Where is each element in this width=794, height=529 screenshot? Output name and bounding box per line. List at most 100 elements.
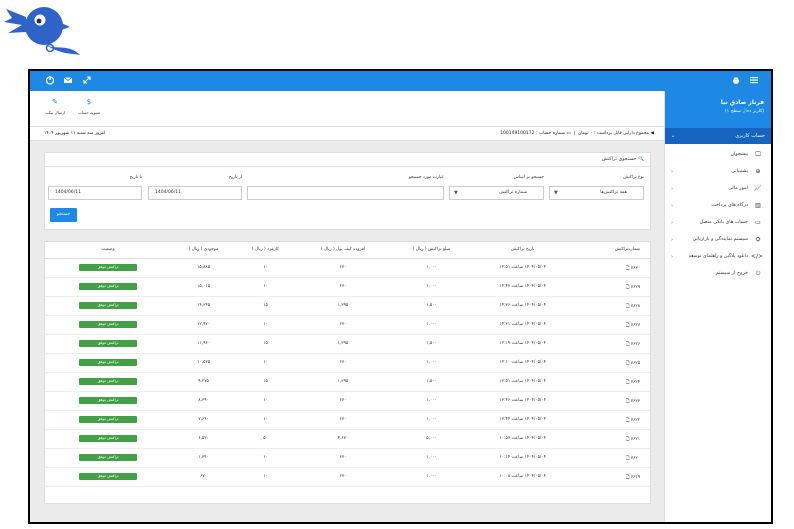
sidebar-item-2[interactable]: 📈 امور مالی ‹	[665, 180, 771, 197]
sidebar-item-label: پیشخوان	[730, 152, 749, 157]
account-label: حساب کاربری	[735, 133, 765, 139]
status-cell: تراکنش موفق	[45, 353, 172, 373]
info-bar: ◀ مجموع دارایی قابل برداشت : ۰ تومان | ▭…	[30, 127, 664, 141]
user-box: فرناز صادق نیا (کاربر فعال سطح ۱)	[665, 91, 771, 128]
table-cell: ۴,۶۷۰	[295, 429, 391, 449]
sidebar-item-1[interactable]: ⊕ پشتیبانی ‹	[665, 163, 771, 180]
table-cell[interactable]: ۷۶۲۸ 🗋	[573, 296, 650, 316]
table-cell[interactable]: ۷۶۲۷ 🗋	[573, 315, 650, 335]
sidebar-item-6[interactable]: </> دانلود پلاگین و راهنمای توسعه ‹	[665, 248, 771, 265]
table-cell[interactable]: ۷۶۲۴ 🗋	[573, 372, 650, 392]
notification-icon[interactable]	[730, 75, 742, 87]
status-badge: تراکنش موفق	[79, 340, 138, 347]
sidebar-item-4[interactable]: ▭ حساب های بانکی متصل ‹	[665, 214, 771, 231]
table-cell[interactable]: ۷۶۲۳ 🗋	[573, 391, 650, 411]
table-cell: ۱۴۰۴/۰۵/۰۴ ساعت ۱۴:۱۰	[472, 353, 574, 373]
sidebar-item-5[interactable]: ⛭ سیستم نمایندگی و بازاریابی ‹	[665, 231, 771, 248]
table-cell: ۱۴۰۴/۰۵/۰۴ ساعت ۱۴:۱۹	[472, 334, 574, 354]
table-cell: ۱,۰۰۰	[390, 315, 473, 335]
status-cell: تراکنش موفق	[45, 391, 172, 411]
search-panel: 🔍 جستجوی تراکنش نوع تراکنش همه تراکنش‌ها…	[44, 152, 651, 230]
table-cell[interactable]: ۷۶۲۰ 🗋	[573, 448, 650, 468]
to-date-input[interactable]: 1404/06/11	[48, 186, 142, 200]
status-badge: تراکنش موفق	[79, 397, 138, 404]
power-icon[interactable]	[44, 75, 56, 87]
table-cell: ۱,۰۰۰	[390, 448, 473, 468]
sidebar-menu: 🖵 پیشخوان ⊕ پشتیبانی ‹ 📈 امور مالی ‹ ▥ درگاه های …	[665, 144, 771, 282]
settle-button[interactable]: $ تسویه حساب	[74, 98, 104, 115]
table-cell: ۱,۳۹۵	[295, 372, 391, 392]
table-cell: ۶۷۰	[295, 353, 391, 373]
table-cell: ۱۰	[235, 410, 296, 430]
sidebar-item-7[interactable]: ⏻ خروج از سیستم	[665, 265, 771, 282]
status-cell: تراکنش موفق	[45, 277, 172, 297]
table-cell: ۶,۵۲۰	[171, 429, 236, 449]
sidebar-item-label: حساب های بانکی متصل	[699, 220, 748, 225]
sidebar-item-label: سیستم نمایندگی و بازاریابی	[692, 237, 748, 242]
table-cell: ۶۷۰	[171, 467, 236, 487]
to-date-label: تا تاریخ	[129, 175, 142, 180]
table-cell[interactable]: ۷۶۲۶ 🗋	[573, 334, 650, 354]
table-cell: ۱۴۰۴/۰۵/۰۴ ساعت ۱۳:۵۱	[472, 372, 574, 392]
table-cell: ۱,۰۰۰	[390, 467, 473, 487]
basis-label: جستجو بر اساس	[513, 175, 544, 180]
table-cell[interactable]: ۷۶۲۱ 🗋	[573, 429, 650, 449]
table-row: ۷۶۱۹ 🗋 ۱۴۰۴/۰۵/۰۴ ساعت ۱۰:۰۸ ۱,۰۰۰ ۶۷۰ ۱۰ ۶۷۰…	[45, 467, 650, 487]
back-arrow-icon: ◀	[650, 131, 654, 136]
table-row: ۷۶۲۳ 🗋 ۱۴۰۴/۰۵/۰۴ ساعت ۱۳:۴۶ ۱,۰۰۰ ۶۷۰ ۱۰ ۸,۳…	[45, 391, 650, 411]
from-date-input[interactable]: 1404/06/11	[148, 186, 242, 200]
table-cell[interactable]: ۷۶۲۹ 🗋	[573, 277, 650, 297]
basis-value: شماره تراکنش	[499, 190, 527, 195]
table-cell: ۶۷۰	[295, 410, 391, 430]
transaction-type-select[interactable]: همه تراکنش‌ها ▼	[549, 186, 644, 200]
chart-icon: 📈	[754, 185, 762, 192]
table-cell: ۱۰	[235, 391, 296, 411]
status-badge: تراکنش موفق	[79, 321, 138, 328]
sidebar-item-0[interactable]: 🖵 پیشخوان	[665, 146, 771, 163]
support-icon: ⊕	[755, 168, 761, 175]
table-cell: ۱۵	[235, 372, 296, 392]
search-icon: 🔍	[638, 157, 644, 162]
sidebar-item-3[interactable]: ▥ درگاه های پرداخت ‹	[665, 197, 771, 214]
hamburger-icon[interactable]	[748, 75, 760, 87]
table-cell: ۱۴۰۴/۰۵/۰۴ ساعت ۱۴:۵۱	[472, 258, 574, 278]
account-menu-toggle[interactable]: حساب کاربری ⌄	[665, 128, 771, 144]
table-cell: ۱۴۰۴/۰۵/۰۴ ساعت ۱۴:۳۶	[472, 296, 574, 316]
search-button[interactable]: جستجو	[50, 208, 77, 222]
table-row: ۷۶۲۹ 🗋 ۱۴۰۴/۰۵/۰۴ ساعت ۱۴:۴۷ ۱,۰۰۰ ۶۷۰ ۱۰ ۱۵,…	[45, 277, 650, 297]
table-row: ۷۶۲۰ 🗋 ۱۴۰۴/۰۵/۰۴ ساعت ۱۰:۱۴ ۱,۰۰۰ ۶۷۰ ۱۰ ۱,۳…	[45, 448, 650, 468]
search-phrase-input[interactable]	[247, 186, 444, 200]
status-badge: تراکنش موفق	[79, 283, 138, 290]
card-icon: ▭	[755, 219, 761, 226]
status-cell: تراکنش موفق	[45, 429, 172, 449]
chevron-left-icon: ‹	[671, 185, 673, 192]
table-cell: ۱,۰۰۰	[390, 277, 473, 297]
table-cell: ۱,۰۰۰	[390, 353, 473, 373]
user-status: (کاربر فعال سطح ۱)	[724, 109, 764, 114]
status-cell: تراکنش موفق	[45, 467, 172, 487]
status-badge: تراکنش موفق	[79, 378, 138, 385]
table-cell[interactable]: ۷۶۲۵ 🗋	[573, 353, 650, 373]
search-basis-select[interactable]: شماره تراکنش ▼	[449, 186, 544, 200]
table-cell[interactable]: ۷۶۱۹ 🗋	[573, 467, 650, 487]
table-cell: ۱۴۰۴/۰۵/۰۴ ساعت ۱۴:۳۱	[472, 315, 574, 335]
table-cell: ۱,۵۰۰	[390, 296, 473, 316]
balance-text: مجموع دارایی قابل برداشت : ۰ تومان	[577, 131, 650, 136]
expand-icon[interactable]	[81, 75, 93, 87]
sidebar-item-label: پشتیبانی	[731, 169, 748, 174]
table-cell[interactable]: ۷۶۳۰ 🗋	[573, 258, 650, 278]
table-cell: ۱۴۰۴/۰۵/۰۴ ساعت ۱۳:۴۴	[472, 410, 574, 430]
sidebar: فرناز صادق نیا (کاربر فعال سطح ۱) حساب ک…	[664, 91, 771, 522]
mail-icon[interactable]	[62, 75, 74, 87]
table-cell[interactable]: ۷۶۲۲ 🗋	[573, 410, 650, 430]
ticket-button[interactable]: ✎ ارسال تیکت	[40, 98, 70, 115]
card-small-icon: ▭	[566, 131, 571, 136]
status-badge: تراکنش موفق	[79, 435, 138, 442]
account-info: ◀ مجموع دارایی قابل برداشت : ۰ تومان | ▭…	[500, 131, 654, 136]
edit-icon: ✎	[52, 98, 58, 106]
type-value: همه تراکنش‌ها	[600, 190, 627, 195]
sidebar-item-label: خروج از سیستم	[715, 271, 748, 276]
table-cell: ۱۰	[235, 258, 296, 278]
power-icon: ⏻	[755, 269, 761, 277]
chevron-left-icon: ‹	[671, 168, 673, 175]
